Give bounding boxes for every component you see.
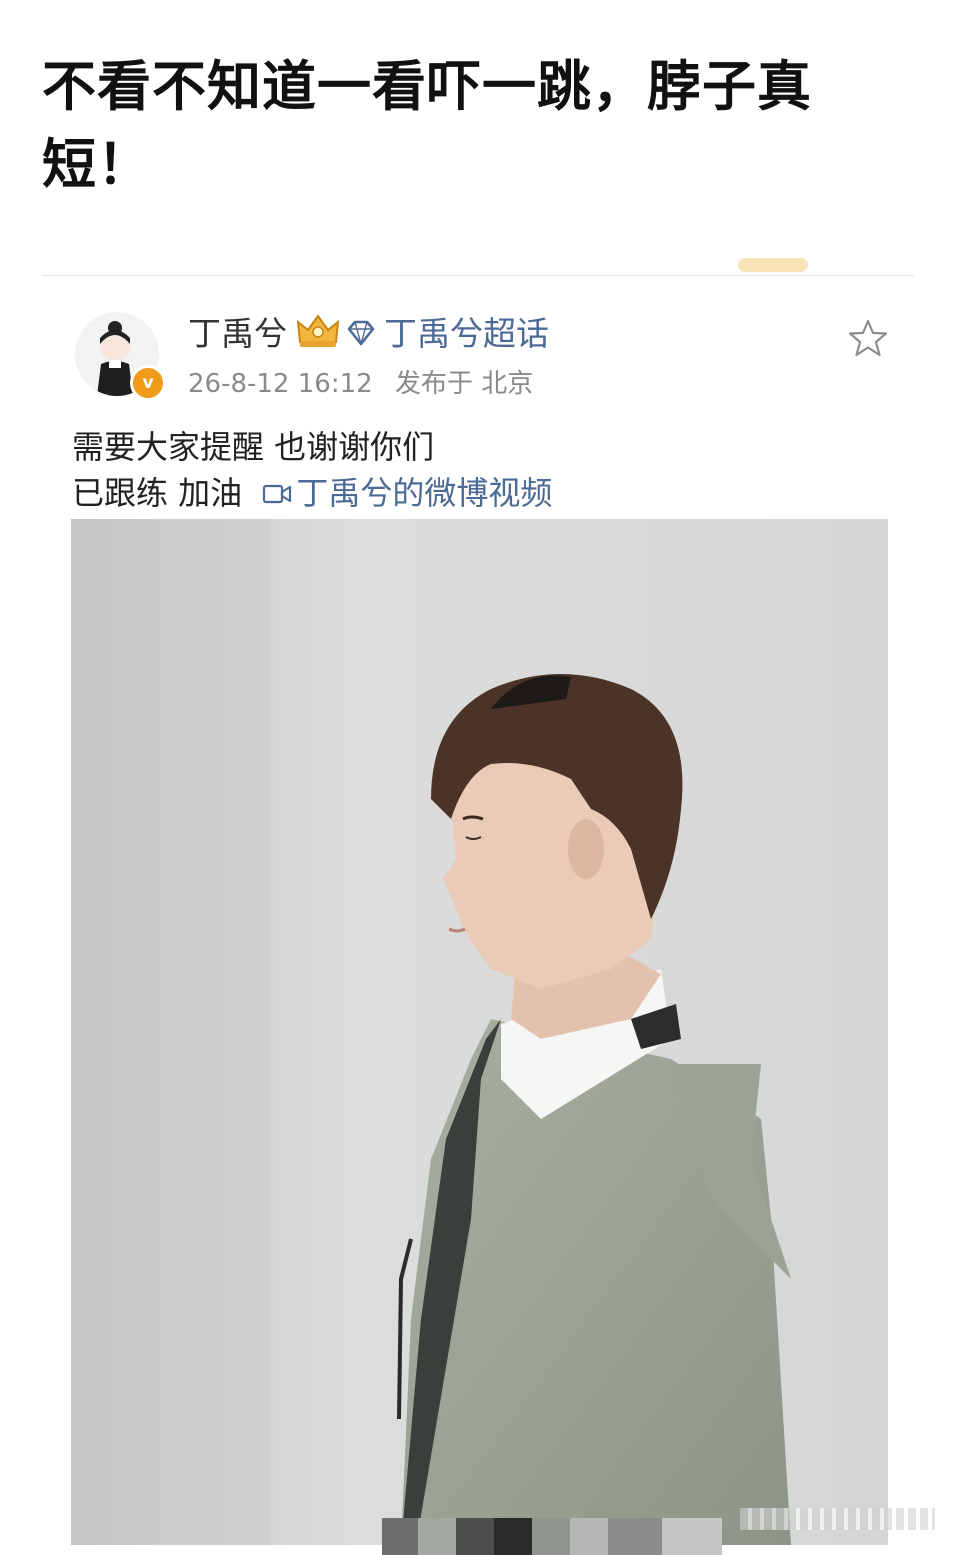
post-text-line-2-text: 已跟练 加油 bbox=[72, 474, 243, 512]
headline: 不看不知道一看吓一跳，脖子真短！ bbox=[42, 55, 812, 196]
favorite-star-icon[interactable] bbox=[848, 318, 888, 358]
post-photo[interactable] bbox=[71, 519, 888, 1545]
post-text-line-2: 已跟练 加油 丁禹兮的微博视频 bbox=[72, 470, 552, 516]
post-timestamp: 26-8-12 16:12 bbox=[188, 369, 373, 399]
watermark-stripes bbox=[740, 1508, 935, 1530]
blur-mosaic bbox=[382, 1518, 722, 1555]
divider-decoration bbox=[738, 258, 808, 272]
post-photo-image bbox=[71, 519, 888, 1545]
diamond-icon bbox=[347, 320, 375, 346]
post-text: 需要大家提醒 也谢谢你们 已跟练 加油 丁禹兮的微博视频 bbox=[72, 424, 552, 516]
video-link-label: 丁禹兮的微博视频 bbox=[296, 474, 553, 512]
video-link[interactable]: 丁禹兮的微博视频 bbox=[262, 474, 552, 512]
post-location: 发布于 北京 bbox=[394, 369, 534, 399]
post-meta: 26-8-12 16:12 发布于 北京 bbox=[188, 365, 533, 403]
crown-icon bbox=[296, 314, 340, 347]
verified-badge: v bbox=[130, 365, 166, 401]
divider bbox=[42, 275, 914, 276]
video-camera-icon bbox=[263, 484, 292, 504]
post-username[interactable]: 丁禹兮 bbox=[188, 310, 287, 358]
post-text-line-1: 需要大家提醒 也谢谢你们 bbox=[72, 428, 435, 466]
super-topic-link[interactable]: 丁禹兮超话 bbox=[384, 310, 549, 358]
